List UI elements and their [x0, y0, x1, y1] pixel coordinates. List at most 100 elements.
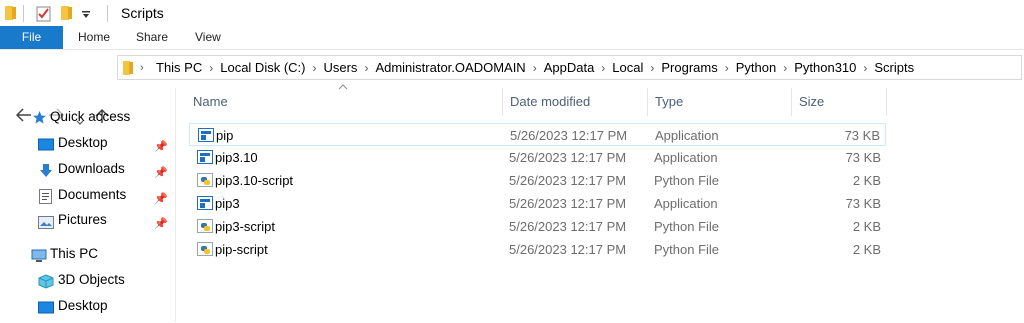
file-date: 5/26/2023 12:17 PM	[509, 150, 627, 165]
nav-item-downloads[interactable]: Downloads 📌	[0, 157, 175, 181]
file-size: 73 KB	[845, 150, 881, 165]
file-name: pip-script	[215, 242, 268, 257]
chevron-right-icon[interactable]: ›	[725, 56, 729, 80]
crumb-users[interactable]: Users	[323, 56, 357, 80]
nav-quick-access[interactable]: Quick access	[0, 105, 175, 129]
window-title: Scripts	[121, 5, 164, 21]
chevron-right-icon[interactable]: ›	[650, 56, 654, 80]
file-size: 73 KB	[844, 128, 880, 143]
nav-item-label: This PC	[50, 246, 99, 261]
nav-item-label: 3D Objects	[58, 272, 125, 287]
file-date: 5/26/2023 12:17 PM	[509, 219, 627, 234]
tab-share[interactable]: Share	[136, 26, 168, 49]
folder-icon	[122, 60, 134, 79]
folder-icon	[4, 5, 18, 24]
tab-home[interactable]: Home	[78, 26, 110, 49]
crumb-local-disk[interactable]: Local Disk (C:)	[220, 56, 305, 80]
file-date: 5/26/2023 12:17 PM	[510, 128, 628, 143]
file-type: Application	[654, 150, 718, 165]
file-row[interactable]: pip3.10 5/26/2023 12:17 PM Application 7…	[189, 146, 886, 169]
chevron-right-icon[interactable]: ›	[783, 56, 787, 80]
chevron-right-icon[interactable]: ›	[312, 56, 316, 80]
file-type: Application	[655, 128, 719, 143]
computer-icon	[31, 247, 47, 262]
file-type: Python File	[654, 219, 720, 234]
chevron-right-icon[interactable]: ›	[209, 56, 213, 80]
crumb-programs[interactable]: Programs	[661, 56, 717, 80]
chevron-right-icon[interactable]: ›	[140, 62, 144, 74]
navigation-pane: Quick access Desktop 📌 Downloads 📌 Docum…	[0, 88, 176, 322]
tab-view[interactable]: View	[195, 26, 221, 49]
pin-icon[interactable]: 📌	[154, 161, 168, 185]
ribbon-tabs: File Home Share View	[0, 26, 1024, 50]
address-bar[interactable]: › This PC › Local Disk (C:) › Users › Administ…	[117, 55, 1022, 80]
file-row[interactable]: pip-script 5/26/2023 12:17 PM Python Fil…	[189, 238, 886, 261]
file-name: pip	[216, 128, 234, 143]
crumb-local[interactable]: Local	[612, 56, 643, 80]
file-date: 5/26/2023 12:17 PM	[509, 173, 627, 188]
file-row[interactable]: pip3-script 5/26/2023 12:17 PM Python Fi…	[189, 215, 886, 238]
pin-icon[interactable]: 📌	[154, 135, 168, 159]
column-header-date-modified[interactable]: Date modified	[510, 88, 590, 116]
column-divider[interactable]	[502, 88, 503, 116]
title-bar: Scripts	[0, 0, 1024, 26]
nav-item-pictures[interactable]: Pictures 📌	[0, 208, 175, 232]
column-divider[interactable]	[791, 88, 792, 116]
python-file-icon	[197, 173, 213, 187]
nav-item-label: Desktop	[58, 135, 108, 150]
new-folder-icon[interactable]	[60, 5, 74, 24]
divider	[23, 5, 24, 22]
nav-item-desktop[interactable]: Desktop 📌	[0, 131, 175, 155]
application-icon	[197, 196, 213, 210]
documents-icon	[39, 188, 55, 204]
crumb-administrator[interactable]: Administrator.OADOMAIN	[375, 56, 525, 80]
column-header-type[interactable]: Type	[655, 88, 683, 116]
file-name: pip3-script	[215, 219, 275, 234]
download-icon	[39, 162, 55, 177]
file-row[interactable]: pip3 5/26/2023 12:17 PM Application 73 K…	[189, 192, 886, 215]
file-name: pip3.10-script	[215, 173, 294, 188]
chevron-right-icon[interactable]: ›	[601, 56, 605, 80]
chevron-right-icon[interactable]: ›	[863, 56, 867, 80]
crumb-python[interactable]: Python	[736, 56, 776, 80]
file-name: pip3.10	[215, 150, 258, 165]
nav-item-3d-objects[interactable]: 3D Objects	[0, 268, 175, 292]
nav-item-documents[interactable]: Documents 📌	[0, 183, 175, 207]
file-size: 73 KB	[845, 196, 881, 211]
crumb-python310[interactable]: Python310	[794, 56, 856, 80]
python-file-icon	[197, 242, 213, 256]
application-icon	[198, 128, 214, 142]
file-row[interactable]: pip 5/26/2023 12:17 PM Application 73 KB	[189, 123, 886, 146]
chevron-right-icon[interactable]: ›	[533, 56, 537, 80]
nav-this-pc[interactable]: This PC	[0, 242, 175, 266]
pin-icon[interactable]: 📌	[154, 212, 168, 236]
file-type: Python File	[654, 242, 720, 257]
column-header-name[interactable]: Name	[193, 88, 228, 116]
crumb-appdata[interactable]: AppData	[544, 56, 595, 80]
pictures-icon	[38, 213, 54, 229]
file-row[interactable]: pip3.10-script 5/26/2023 12:17 PM Python…	[189, 169, 886, 192]
column-divider[interactable]	[647, 88, 648, 116]
file-name: pip3	[215, 196, 240, 211]
nav-item-label: Documents	[58, 187, 127, 202]
sort-ascending-icon	[338, 82, 348, 93]
chevron-right-icon[interactable]: ›	[364, 56, 368, 80]
file-size: 2 KB	[852, 173, 881, 188]
application-icon	[197, 150, 213, 164]
desktop-icon	[38, 136, 54, 151]
tab-file[interactable]: File	[0, 26, 63, 49]
file-date: 5/26/2023 12:17 PM	[509, 196, 627, 211]
customize-toolbar-icon[interactable]	[81, 8, 91, 23]
crumb-this-pc[interactable]: This PC	[156, 56, 202, 80]
breadcrumb: This PC › Local Disk (C:) › Users › Administra…	[156, 56, 914, 81]
crumb-scripts[interactable]: Scripts	[874, 56, 914, 80]
file-size: 2 KB	[852, 219, 881, 234]
properties-icon[interactable]	[36, 5, 52, 25]
column-divider[interactable]	[886, 88, 887, 116]
column-header-size[interactable]: Size	[799, 88, 824, 116]
nav-item-label: Pictures	[58, 212, 107, 227]
file-type: Python File	[654, 173, 720, 188]
star-icon	[32, 109, 48, 124]
python-file-icon	[197, 219, 213, 233]
nav-item-desktop-pc[interactable]: Desktop	[0, 294, 175, 318]
